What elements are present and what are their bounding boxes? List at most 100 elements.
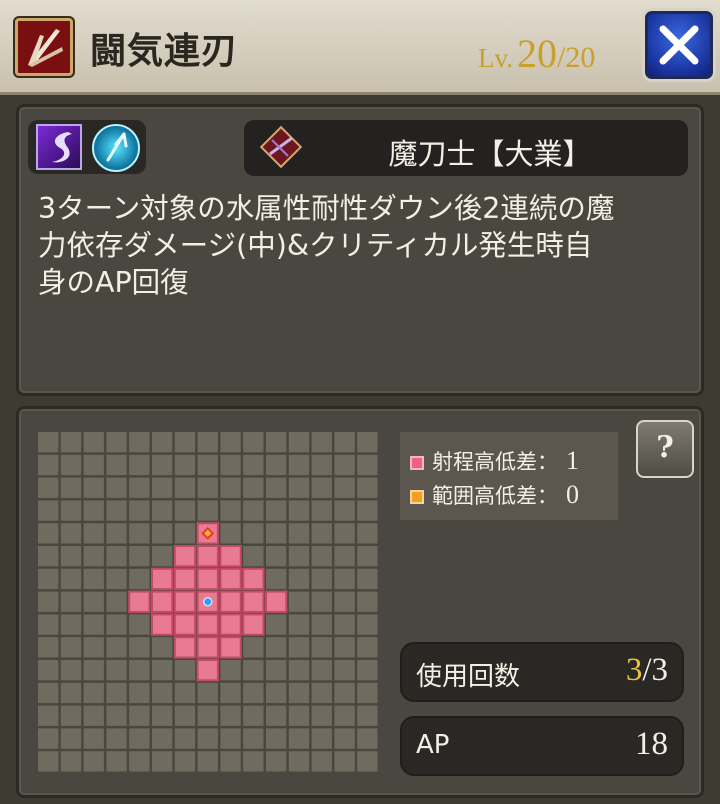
grid-cell: [243, 705, 264, 726]
grid-cell: [174, 728, 196, 749]
grid-cell: [266, 751, 287, 772]
grid-cell: [311, 432, 332, 453]
grid-cell: [174, 454, 196, 476]
grid-cell: [243, 751, 264, 772]
job-name: 魔刀士【大業】: [388, 137, 592, 171]
grid-cell: [38, 660, 59, 681]
grid-cell: [38, 751, 59, 772]
grid-cell: [311, 477, 332, 498]
grid-cell: [357, 591, 378, 612]
grid-cell: [129, 614, 150, 635]
legend-area-height: 範囲高低差： 0: [410, 480, 579, 510]
range-cell: [128, 590, 151, 613]
grid-cell: [311, 546, 332, 567]
grid-cell: [174, 705, 196, 726]
skill-level: Lv. 20/20: [478, 30, 595, 77]
grid-cell: [334, 546, 355, 567]
grid-cell: [220, 660, 241, 681]
grid-cell: [83, 751, 104, 772]
grid-cell: [334, 705, 355, 726]
grid-cell: [174, 523, 196, 544]
grid-cell: [288, 591, 310, 612]
grid-cell: [266, 682, 287, 704]
grid-cell: [357, 523, 378, 544]
grid-cell: [334, 523, 355, 544]
grid-cell: [243, 454, 264, 476]
grid-cell: [288, 546, 310, 567]
grid-cell: [311, 614, 332, 635]
grid-cell: [106, 523, 127, 544]
grid-cell: [106, 432, 127, 453]
grid-cell: [288, 454, 310, 476]
grid-cell: [83, 682, 104, 704]
grid-cell: [266, 477, 287, 498]
grid-cell: [106, 728, 127, 749]
grid-cell: [83, 637, 104, 658]
grid-cell: [152, 454, 173, 476]
grid-cell: [152, 682, 173, 704]
grid-cell: [129, 454, 150, 476]
grid-cell: [152, 660, 173, 681]
grid-cell: [38, 614, 59, 635]
grid-cell: [83, 432, 104, 453]
grid-cell: [220, 477, 241, 498]
range-cell: [173, 613, 197, 636]
grid-cell: [288, 523, 310, 544]
grid-cell: [197, 705, 218, 726]
grid-cell: [243, 637, 264, 658]
legend-label: 射程高低差：: [432, 450, 558, 474]
grid-cell: [220, 454, 241, 476]
grid-cell: [38, 477, 59, 498]
grid-cell: [288, 660, 310, 681]
grid-cell: [243, 660, 264, 681]
area-height-swatch: [410, 490, 424, 504]
grid-cell: [60, 751, 82, 772]
grid-cell: [197, 477, 218, 498]
grid-cell: [288, 432, 310, 453]
grid-cell: [266, 546, 287, 567]
range-cell: [151, 613, 174, 636]
grid-cell: [266, 728, 287, 749]
grid-cell: [288, 705, 310, 726]
grid-cell: [197, 432, 218, 453]
grid-cell: [106, 705, 127, 726]
legend-label: 範囲高低差：: [432, 484, 558, 508]
grid-cell: [83, 660, 104, 681]
grid-cell: [311, 728, 332, 749]
grid-cell: [357, 432, 378, 453]
grid-cell: [83, 477, 104, 498]
grid-cell: [152, 477, 173, 498]
grid-cell: [243, 477, 264, 498]
level-max: /20: [557, 41, 596, 74]
grid-cell: [152, 500, 173, 521]
range-cell: [242, 590, 265, 613]
height-legend: 射程高低差： 1 範囲高低差： 0: [400, 432, 618, 520]
grid-cell: [288, 637, 310, 658]
grid-cell: [357, 614, 378, 635]
grid-cell: [152, 432, 173, 453]
grid-cell: [288, 477, 310, 498]
grid-cell: [106, 591, 127, 612]
grid-cell: [266, 500, 287, 521]
sword-job-icon: [258, 124, 304, 170]
water-attribute-icon: [92, 124, 140, 172]
description-line: 3ターン対象の水属性耐性ダウン後2連続の魔: [38, 192, 615, 225]
grid-cell: [38, 546, 59, 567]
range-cell: [219, 636, 242, 659]
grid-cell: [334, 614, 355, 635]
grid-cell: [83, 454, 104, 476]
grid-cell: [266, 523, 287, 544]
range-cell: [242, 613, 265, 636]
grid-cell: [288, 568, 310, 590]
grid-cell: [38, 432, 59, 453]
grid-cell: [266, 637, 287, 658]
help-button[interactable]: ?: [636, 420, 694, 478]
grid-cell: [220, 751, 241, 772]
grid-cell: [357, 705, 378, 726]
grid-cell: [357, 637, 378, 658]
grid-cell: [60, 546, 82, 567]
grid-cell: [106, 682, 127, 704]
close-button[interactable]: [642, 8, 716, 82]
grid-cell: [83, 728, 104, 749]
grid-cell: [129, 660, 150, 681]
